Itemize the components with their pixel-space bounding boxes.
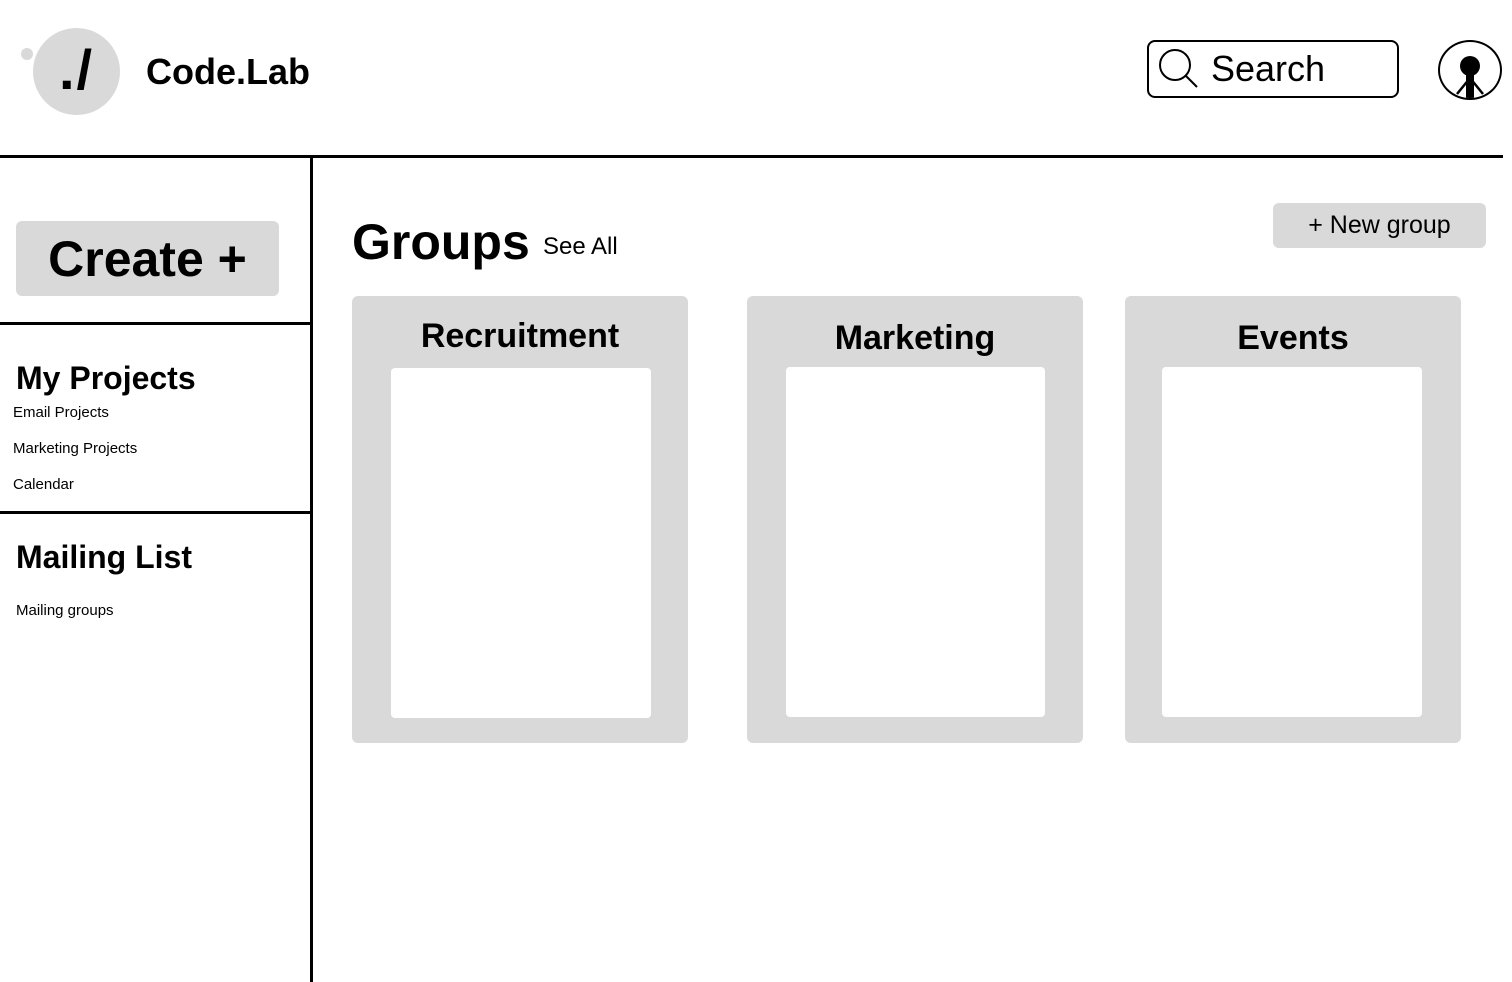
group-card-title: Recruitment: [420, 317, 620, 355]
sidebar-item-calendar[interactable]: Calendar: [13, 476, 74, 494]
sidebar-section-divider: [0, 511, 311, 514]
logo[interactable]: ./: [33, 28, 120, 115]
logo-accent-dot: [21, 48, 33, 60]
create-button[interactable]: Create +: [16, 221, 279, 296]
my-projects-heading: My Projects: [16, 360, 196, 396]
user-icon: [1456, 56, 1484, 98]
mailing-list-heading: Mailing List: [16, 539, 192, 575]
sidebar-item-mailing-groups[interactable]: Mailing groups: [16, 602, 114, 620]
header-divider: [0, 155, 1503, 158]
group-card-title: Marketing: [834, 319, 996, 357]
sidebar-item-email-projects[interactable]: Email Projects: [13, 404, 109, 422]
group-card-events[interactable]: Events: [1125, 296, 1461, 743]
search-box[interactable]: [1147, 40, 1399, 98]
logo-mark: ./: [58, 38, 95, 101]
user-avatar[interactable]: [1438, 40, 1502, 100]
group-card-title: Events: [1237, 319, 1349, 357]
sidebar-divider: [310, 158, 313, 982]
sidebar-section-divider: [0, 322, 311, 325]
new-group-button[interactable]: + New group: [1273, 203, 1486, 248]
see-all-link[interactable]: See All: [543, 233, 618, 261]
group-card-content: [1162, 367, 1422, 717]
brand-name: Code.Lab: [146, 51, 311, 92]
group-card-content: [786, 367, 1045, 717]
page-title: Groups: [352, 214, 530, 270]
sidebar-item-marketing-projects[interactable]: Marketing Projects: [13, 440, 137, 458]
group-card-content: [391, 368, 651, 718]
search-icon: [1159, 49, 1198, 88]
group-card-marketing[interactable]: Marketing: [747, 296, 1083, 743]
group-card-recruitment[interactable]: Recruitment: [352, 296, 688, 743]
search-input[interactable]: [1211, 48, 1391, 90]
